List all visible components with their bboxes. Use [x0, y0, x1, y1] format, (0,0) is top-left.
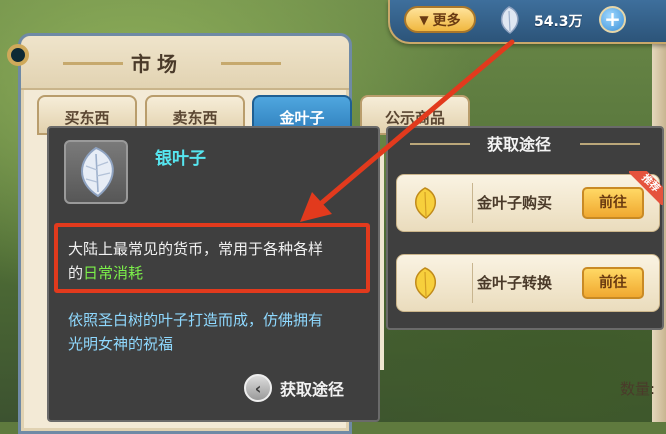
annotation-arrow — [300, 39, 515, 222]
